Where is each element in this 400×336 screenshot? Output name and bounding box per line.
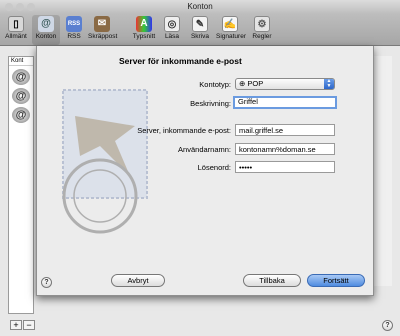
zoom-window-button[interactable]: [27, 3, 35, 11]
accounts-list-header: Kont: [9, 57, 33, 66]
account-icon[interactable]: @: [12, 69, 30, 85]
password-label: Lösenord:: [197, 163, 231, 172]
accounts-list: Kont @ @ @: [8, 56, 34, 314]
select-arrows-icon: ▲ ▼: [324, 79, 334, 89]
account-icon[interactable]: @: [12, 88, 30, 104]
password-field[interactable]: •••••: [235, 161, 335, 173]
account-type-select[interactable]: ⊕ POP ▲ ▼: [235, 78, 335, 90]
username-field[interactable]: kontonamn%doman.se: [235, 143, 335, 155]
toolbar-item-junk[interactable]: ✉ Skräppost: [88, 15, 117, 45]
toolbar-item-accounts[interactable]: @ Konton: [32, 15, 60, 45]
description-label: Beskrivning:: [190, 99, 231, 108]
at-sign-icon: @: [38, 16, 54, 32]
sheet-heading: Server för inkommande e-post: [119, 56, 242, 66]
sheet-help-button[interactable]: ?: [41, 277, 52, 288]
toolbar-item-signatures[interactable]: ✍ Signaturer: [216, 15, 246, 45]
back-button[interactable]: Tillbaka: [243, 274, 301, 287]
mail-stamp-icon: [62, 89, 148, 234]
switch-icon: ▯: [8, 16, 24, 32]
toolbar-item-rules[interactable]: ⚙ Regler: [248, 15, 276, 45]
preferences-window: Konton ▯ Allmänt @ Konton RSS RSS ✉ Skrä…: [0, 0, 400, 336]
pencil-icon: ✎: [192, 16, 208, 32]
continue-button[interactable]: Fortsätt: [307, 274, 365, 287]
junk-mail-icon: ✉: [94, 16, 110, 32]
username-label: Användarnamn:: [178, 145, 231, 154]
description-field[interactable]: Griffel: [233, 96, 337, 109]
toolbar-item-fonts[interactable]: A Typsnitt: [130, 15, 158, 45]
rss-icon: RSS: [66, 16, 82, 32]
toolbar-item-general[interactable]: ▯ Allmänt: [2, 15, 30, 45]
account-icon[interactable]: @: [12, 107, 30, 123]
viewing-icon: ◎: [164, 16, 180, 32]
add-account-button[interactable]: +: [10, 320, 22, 330]
new-account-sheet: Server för inkommande e-post Kontotyp: ⊕…: [36, 46, 374, 296]
close-window-button[interactable]: [5, 3, 13, 11]
help-button[interactable]: ?: [382, 320, 393, 331]
signature-icon: ✍: [222, 16, 238, 32]
rules-icon: ⚙: [254, 16, 270, 32]
toolbar-item-viewing[interactable]: ◎ Läsa: [158, 15, 186, 45]
toolbar-item-composing[interactable]: ✎ Skriva: [186, 15, 214, 45]
minimize-window-button[interactable]: [16, 3, 24, 11]
remove-account-button[interactable]: −: [23, 320, 35, 330]
incoming-server-label: Server, inkommande e-post:: [137, 126, 231, 135]
toolbar: ▯ Allmänt @ Konton RSS RSS ✉ Skräppost A…: [0, 14, 400, 46]
account-details-panel: [374, 56, 392, 286]
title-bar: Konton: [0, 0, 400, 14]
account-type-label: Kontotyp:: [199, 80, 231, 89]
toolbar-item-rss[interactable]: RSS RSS: [60, 15, 88, 45]
window-title: Konton: [187, 2, 213, 11]
incoming-server-field[interactable]: mail.griffel.se: [235, 124, 335, 136]
cancel-button[interactable]: Avbryt: [111, 274, 165, 287]
fonts-icon: A: [136, 16, 152, 32]
